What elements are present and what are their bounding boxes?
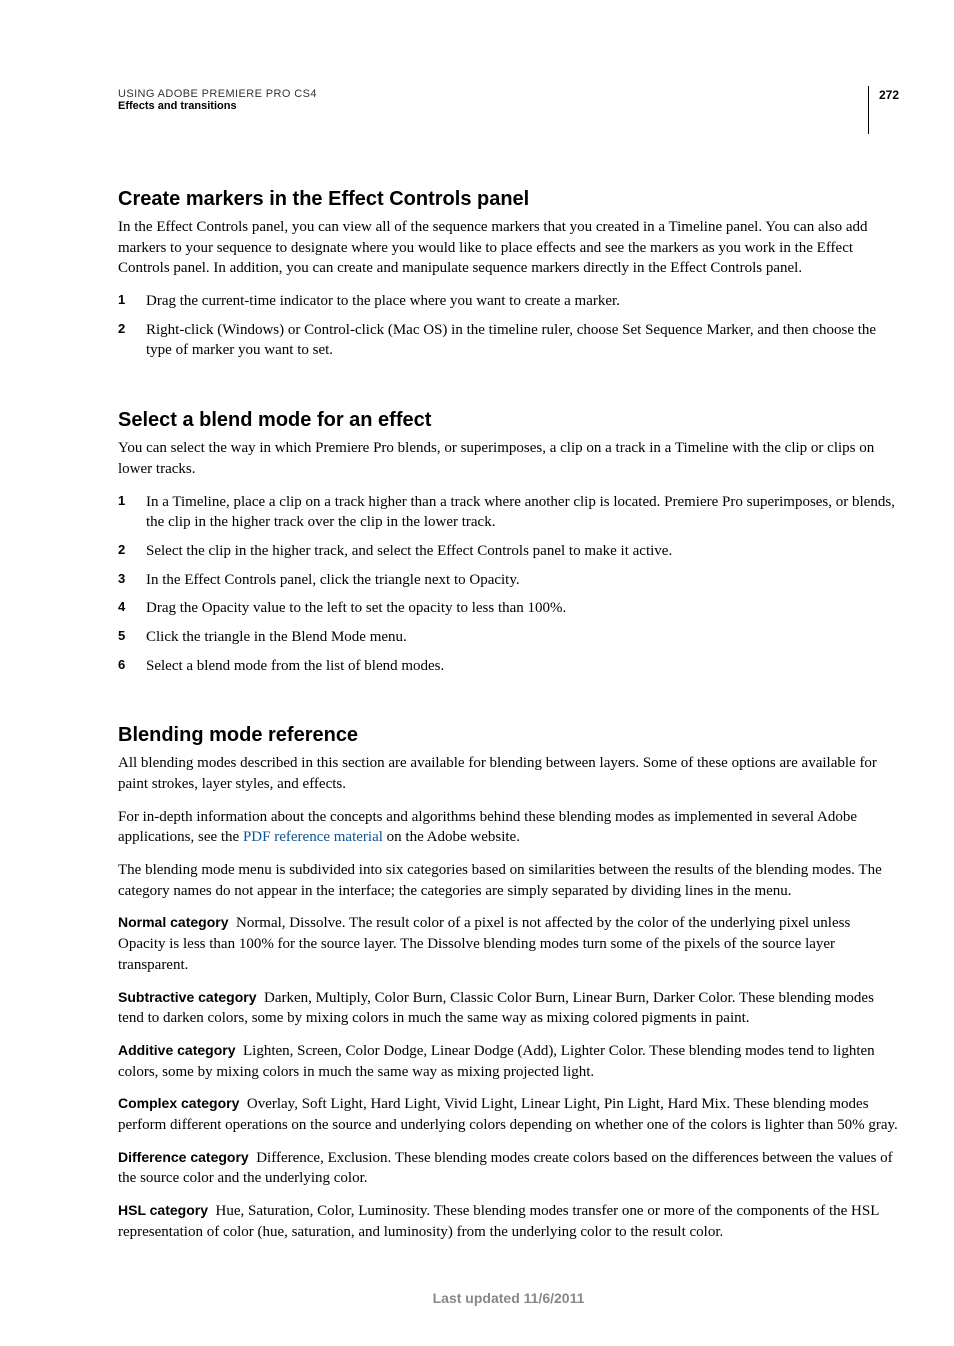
page: USING ADOBE PREMIERE PRO CS4 Effects and… bbox=[0, 0, 954, 1346]
category-body: Hue, Saturation, Color, Luminosity. Thes… bbox=[118, 1203, 879, 1240]
list-item: Select the clip in the higher track, and… bbox=[118, 541, 899, 562]
list-item: Drag the Opacity value to the left to se… bbox=[118, 598, 899, 619]
list-item: Drag the current-time indicator to the p… bbox=[118, 291, 899, 312]
category-body: Normal, Dissolve. The result color of a … bbox=[118, 915, 850, 972]
list-item: Right-click (Windows) or Control-click (… bbox=[118, 320, 899, 361]
list-item: Select a blend mode from the list of ble… bbox=[118, 656, 899, 677]
category-label: Subtractive category bbox=[118, 989, 257, 1005]
list-item: Click the triangle in the Blend Mode men… bbox=[118, 627, 899, 648]
category-difference: Difference category Difference, Exclusio… bbox=[118, 1148, 899, 1189]
pdf-reference-link[interactable]: PDF reference material bbox=[243, 829, 383, 845]
heading-select-blend-mode: Select a blend mode for an effect bbox=[118, 409, 899, 432]
header-left-block: USING ADOBE PREMIERE PRO CS4 Effects and… bbox=[118, 88, 317, 112]
section2-steps: In a Timeline, place a clip on a track h… bbox=[118, 492, 899, 677]
section1-steps: Drag the current-time indicator to the p… bbox=[118, 291, 899, 361]
category-label: Difference category bbox=[118, 1149, 249, 1165]
category-hsl: HSL category Hue, Saturation, Color, Lum… bbox=[118, 1201, 899, 1242]
list-item: In the Effect Controls panel, click the … bbox=[118, 570, 899, 591]
category-complex: Complex category Overlay, Soft Light, Ha… bbox=[118, 1094, 899, 1135]
p2-after: on the Adobe website. bbox=[383, 829, 520, 845]
page-number: 272 bbox=[868, 86, 899, 134]
category-label: HSL category bbox=[118, 1202, 208, 1218]
section3-p2: For in-depth information about the conce… bbox=[118, 807, 899, 848]
last-updated: Last updated 11/6/2011 bbox=[118, 1290, 899, 1306]
doc-section: Effects and transitions bbox=[118, 100, 317, 112]
section3-p1: All blending modes described in this sec… bbox=[118, 753, 899, 794]
section2-intro: You can select the way in which Premiere… bbox=[118, 438, 899, 479]
category-additive: Additive category Lighten, Screen, Color… bbox=[118, 1041, 899, 1082]
list-item: In a Timeline, place a clip on a track h… bbox=[118, 492, 899, 533]
heading-blending-reference: Blending mode reference bbox=[118, 724, 899, 747]
category-subtractive: Subtractive category Darken, Multiply, C… bbox=[118, 988, 899, 1029]
section3-p3: The blending mode menu is subdivided int… bbox=[118, 860, 899, 901]
category-normal: Normal category Normal, Dissolve. The re… bbox=[118, 913, 899, 975]
category-label: Normal category bbox=[118, 914, 228, 930]
section1-intro: In the Effect Controls panel, you can vi… bbox=[118, 217, 899, 279]
category-label: Additive category bbox=[118, 1042, 235, 1058]
category-label: Complex category bbox=[118, 1095, 239, 1111]
page-header: USING ADOBE PREMIERE PRO CS4 Effects and… bbox=[118, 88, 899, 134]
doc-title: USING ADOBE PREMIERE PRO CS4 bbox=[118, 88, 317, 100]
heading-create-markers: Create markers in the Effect Controls pa… bbox=[118, 188, 899, 211]
